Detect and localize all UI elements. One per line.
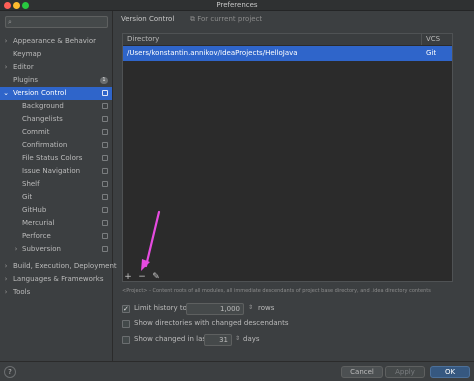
sidebar-item-label: Plugins <box>13 76 39 84</box>
sidebar-item-label: Git <box>22 193 33 201</box>
add-mapping-button[interactable]: + <box>123 271 133 283</box>
column-header-vcs[interactable]: VCS <box>422 34 452 45</box>
limit-history-checkbox[interactable] <box>122 303 130 316</box>
sidebar-item-build-execution-deployment[interactable]: › Build, Execution, Deployment <box>0 260 117 273</box>
project-scope-icon <box>102 194 108 200</box>
vcs-cell[interactable]: Git <box>426 46 436 61</box>
project-scope-icon <box>102 103 108 109</box>
sidebar-item-file-status-colors[interactable]: File Status Colors <box>0 152 112 165</box>
project-scope-icon <box>102 168 108 174</box>
vcs-mappings-table[interactable]: Directory VCS /Users/konstantin.annikov/… <box>122 33 453 282</box>
search-icon: ⌕ <box>8 18 12 26</box>
project-scope-icon <box>102 129 108 135</box>
sidebar-item-label: File Status Colors <box>22 154 83 162</box>
sidebar-item-commit[interactable]: Commit <box>0 126 112 139</box>
rows-label: rows <box>258 304 275 312</box>
chevron-right-icon[interactable]: › <box>2 273 10 286</box>
sidebar-item-git[interactable]: Git <box>0 191 112 204</box>
history-rows-input[interactable]: 1,000 <box>186 303 244 315</box>
changed-days-input[interactable]: 31 <box>204 334 232 346</box>
project-scope-label: ⧉ For current project <box>190 15 262 24</box>
sidebar-item-label: Shelf <box>22 180 40 188</box>
sidebar-item-label: Languages & Frameworks <box>13 275 104 283</box>
sidebar-item-label: Keymap <box>13 50 42 58</box>
sidebar-item-confirmation[interactable]: Confirmation <box>0 139 112 152</box>
project-scope-icon <box>102 207 108 213</box>
project-scope-icon <box>102 90 108 96</box>
project-scope-icon <box>102 155 108 161</box>
sidebar-item-label: Appearance & Behavior <box>13 37 97 45</box>
sidebar-item-label: Commit <box>22 128 50 136</box>
project-scope-icon <box>102 233 108 239</box>
sidebar-item-label: Issue Navigation <box>22 167 81 175</box>
ok-button[interactable]: OK <box>430 366 470 378</box>
project-scope-text: For current project <box>197 15 263 23</box>
sidebar-item-plugins[interactable]: Plugins 1 <box>0 74 112 87</box>
sidebar-item-label: Version Control <box>13 89 67 97</box>
sidebar-item-label: Tools <box>13 288 31 296</box>
show-changed-label: Show changed in last <box>134 335 209 343</box>
project-scope-icon <box>102 246 108 252</box>
chevron-right-icon[interactable]: › <box>2 35 10 48</box>
page-title: Version Control <box>121 15 175 23</box>
sidebar-item-label: Build, Execution, Deployment <box>13 262 117 270</box>
window-title: Preferences <box>216 1 258 9</box>
help-button[interactable]: ? <box>4 366 16 378</box>
sidebar-item-languages-frameworks[interactable]: › Languages & Frameworks <box>0 273 112 286</box>
project-scope-icon <box>102 181 108 187</box>
apply-button[interactable]: Apply <box>385 366 425 378</box>
sidebar-item-label: GitHub <box>22 206 47 214</box>
sidebar-item-keymap[interactable]: Keymap <box>0 48 112 61</box>
settings-search-input[interactable]: ⌕ <box>5 16 108 28</box>
sidebar-item-label: Mercurial <box>22 219 55 227</box>
changed-days-stepper-icon[interactable]: ⇕ <box>235 333 240 345</box>
sidebar-item-mercurial[interactable]: Mercurial <box>0 217 112 230</box>
chevron-right-icon[interactable]: › <box>2 61 10 74</box>
sidebar-item-version-control[interactable]: ⌄ Version Control <box>0 87 112 100</box>
project-scope-icon <box>102 220 108 226</box>
sidebar-item-perforce[interactable]: Perforce <box>0 230 112 243</box>
update-count-badge: 1 <box>100 77 108 84</box>
days-label: days <box>243 335 260 343</box>
directory-cell: /Users/konstantin.annikov/IdeaProjects/H… <box>127 49 298 57</box>
sidebar-item-background[interactable]: Background <box>0 100 112 113</box>
limit-history-label: Limit history to: <box>134 304 190 312</box>
sidebar-item-subversion[interactable]: › Subversion <box>0 243 112 256</box>
show-changed-checkbox[interactable] <box>122 336 130 344</box>
sidebar-item-appearance-behavior[interactable]: › Appearance & Behavior <box>0 35 112 48</box>
sidebar-item-shelf[interactable]: Shelf <box>0 178 112 191</box>
sidebar-item-tools[interactable]: › Tools <box>0 286 112 299</box>
dialog-button-bar: ? Cancel Apply OK <box>0 361 474 381</box>
remove-mapping-button[interactable]: − <box>137 271 147 283</box>
sidebar-item-label: Confirmation <box>22 141 68 149</box>
table-toolbar: + − ✎ <box>122 271 453 283</box>
history-rows-stepper-icon[interactable]: ⇕ <box>248 302 253 314</box>
table-row[interactable]: /Users/konstantin.annikov/IdeaProjects/H… <box>123 46 452 61</box>
show-directories-checkbox[interactable] <box>122 320 130 328</box>
version-control-panel: Version Control ⧉ For current project Di… <box>114 11 474 361</box>
cancel-button[interactable]: Cancel <box>341 366 383 378</box>
project-scope-icon <box>102 116 108 122</box>
sidebar-item-issue-navigation[interactable]: Issue Navigation <box>0 165 112 178</box>
sidebar-item-label: Changelists <box>22 115 63 123</box>
edit-mapping-button[interactable]: ✎ <box>151 271 161 283</box>
chevron-right-icon[interactable]: › <box>12 243 20 256</box>
chevron-right-icon[interactable]: › <box>2 260 10 273</box>
column-header-directory[interactable]: Directory <box>123 34 422 45</box>
project-scope-icon <box>102 142 108 148</box>
chevron-right-icon[interactable]: › <box>2 286 10 299</box>
sidebar-item-label: Editor <box>13 63 34 71</box>
project-hint-text: <Project> - Content roots of all modules… <box>122 288 431 294</box>
sidebar-item-label: Subversion <box>22 245 61 253</box>
settings-sidebar: ⌕ › Appearance & Behavior Keymap › Edito… <box>0 11 117 361</box>
sidebar-item-editor[interactable]: › Editor <box>0 61 112 74</box>
title-bar: Preferences <box>0 0 474 11</box>
sidebar-item-label: Background <box>22 102 64 110</box>
sidebar-item-label: Perforce <box>22 232 51 240</box>
chevron-down-icon[interactable]: ⌄ <box>2 87 10 100</box>
show-directories-label: Show directories with changed descendant… <box>134 319 289 327</box>
sidebar-item-github[interactable]: GitHub <box>0 204 112 217</box>
sidebar-item-changelists[interactable]: Changelists <box>0 113 112 126</box>
